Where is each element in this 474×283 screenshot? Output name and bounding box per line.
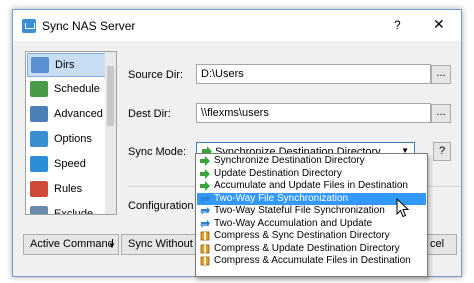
speed-gauge-icon (30, 156, 48, 172)
sidebar-item-label: Rules (54, 183, 83, 195)
sidebar-item-exclude[interactable]: Exclude (27, 203, 116, 215)
source-dir-field[interactable]: D:\Users (196, 64, 431, 84)
sidebar-item-label: Exclude (54, 208, 94, 215)
sidebar-item-label: Schedule (54, 83, 100, 95)
compress-archive-icon (200, 231, 210, 241)
sidebar-item-rules[interactable]: Rules (27, 178, 116, 202)
sync-mode-option[interactable]: Two-Way File Synchronization (197, 192, 426, 205)
sync-mode-option-label: Compress & Update Destination Directory (214, 242, 400, 254)
mouse-cursor-icon (396, 198, 410, 218)
sidebar-item-dirs[interactable]: Dirs (27, 53, 116, 77)
sync-mode-option-label: Compress & Accumulate Files in Destinati… (214, 255, 411, 266)
category-list-scrollbar[interactable] (105, 51, 117, 215)
sidebar-item-schedule[interactable]: Schedule (27, 78, 116, 102)
title-help-button[interactable]: ? (394, 18, 401, 32)
dest-browse-button[interactable]: ... (431, 104, 451, 123)
sync-mode-help-button[interactable]: ? (433, 142, 451, 161)
sidebar-item-speed[interactable]: Speed (27, 153, 116, 177)
green-arrow-icon (200, 156, 210, 166)
sync-without-preview-button[interactable]: Sync Without Previ (121, 234, 203, 255)
green-arrow-icon (200, 181, 210, 191)
sidebar-item-label: Options (54, 133, 92, 145)
sync-mode-option-label: Two-Way File Synchronization (214, 192, 349, 204)
sync-mode-option-label: Synchronize Destination Directory (214, 155, 365, 166)
sidebar-item-label: Advanced (54, 108, 103, 120)
folder-icon (31, 57, 49, 73)
sync-mode-dropdown-list[interactable]: Synchronize Destination Directory Update … (195, 153, 428, 277)
active-command-label: Active Command (30, 238, 114, 250)
options-list-icon (30, 131, 48, 147)
rules-icon (30, 181, 48, 197)
two-way-sync-icon (200, 206, 210, 216)
exclude-icon (30, 206, 48, 214)
sync-mode-option[interactable]: Compress & Accumulate Files in Destinati… (197, 255, 426, 267)
sync-mode-option-label: Two-Way Stateful File Synchronization (214, 205, 385, 216)
two-way-sync-icon (200, 219, 210, 229)
window-title: Sync NAS Server (42, 19, 136, 33)
sidebar-item-label: Speed (54, 158, 86, 170)
sidebar-item-label: Dirs (55, 59, 75, 71)
active-command-button[interactable]: Active Command ▼ (23, 234, 119, 255)
category-list[interactable]: Dirs Schedule Advanced Options Speed Rules Exc… (25, 51, 117, 215)
sync-mode-option[interactable]: Two-Way Stateful File Synchronization (197, 205, 426, 217)
sync-mode-option-label: Accumulate and Update Files in Destinati… (214, 180, 408, 191)
compress-archive-icon (200, 256, 210, 266)
sync-mode-option[interactable]: Update Destination Directory (197, 168, 426, 180)
title-bar: Sync NAS Server ? ✕ (13, 10, 461, 41)
chevron-down-icon: ▼ (108, 241, 116, 250)
sync-mode-option[interactable]: Compress & Update Destination Directory (197, 243, 426, 255)
advanced-gears-icon (30, 106, 48, 122)
dest-dir-field[interactable]: \\flexms\users (196, 103, 431, 123)
sync-mode-option-label: Update Destination Directory (214, 167, 342, 179)
close-button[interactable]: ✕ (433, 16, 445, 33)
source-browse-button[interactable]: ... (431, 65, 451, 84)
sidebar-item-advanced[interactable]: Advanced (27, 103, 116, 127)
sync-mode-option[interactable]: Synchronize Destination Directory (197, 155, 426, 167)
app-icon (22, 19, 36, 33)
compress-archive-icon (200, 244, 210, 254)
two-way-sync-icon (200, 194, 210, 204)
dest-dir-label: Dest Dir: (128, 108, 171, 120)
sync-mode-option[interactable]: Two-Way Accumulation and Update (197, 218, 426, 230)
sync-mode-option[interactable]: Compress & Sync Destination Directory (197, 230, 426, 242)
sync-mode-option[interactable]: Accumulate and Update Files in Destinati… (197, 180, 426, 192)
green-arrow-icon (200, 168, 210, 179)
scrollbar-thumb[interactable] (107, 66, 114, 126)
source-dir-label: Source Dir: (128, 69, 184, 81)
calendar-clock-icon (30, 81, 48, 97)
sidebar-item-options[interactable]: Options (27, 128, 116, 152)
sync-mode-option-label: Compress & Sync Destination Directory (214, 230, 390, 241)
sync-mode-label: Sync Mode: (128, 146, 187, 158)
sync-mode-option-label: Two-Way Accumulation and Update (214, 217, 373, 229)
